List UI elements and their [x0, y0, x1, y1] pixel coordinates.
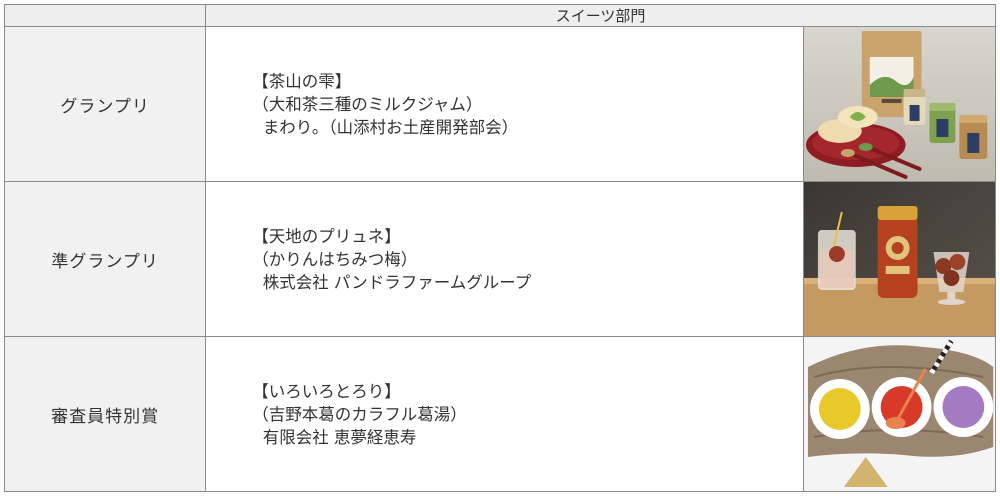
- award-description: 【茶山の雫】 （大和茶三種のミルクジャム） まわり。（山添村お土産開発部会）: [205, 26, 804, 183]
- product-name: 【いろいろとろり】: [252, 381, 401, 401]
- product-subtitle: （吉野本葛のカラフル葛湯）: [252, 404, 467, 424]
- product-photo-cell: [802, 181, 997, 338]
- category-header: スイーツ部門: [205, 3, 996, 28]
- tea-jam-photo-icon: [804, 27, 995, 181]
- header-row: スイーツ部門: [3, 3, 996, 28]
- award-name: グランプリ: [3, 26, 207, 183]
- award-row-runner-up: 準グランプリ 【天地のプリュネ】 （かりんはちみつ梅） 株式会社 パンドラファー…: [3, 181, 997, 338]
- award-name: 準グランプリ: [3, 181, 207, 338]
- header-blank: [3, 3, 207, 28]
- product-subtitle: （かりんはちみつ梅）: [252, 249, 418, 269]
- award-description: 【いろいろとろり】 （吉野本葛のカラフル葛湯） 有限会社 恵夢経恵寿: [205, 336, 804, 492]
- product-name: 【天地のプリュネ】: [252, 226, 401, 246]
- product-photo-cell: [802, 26, 997, 183]
- product-name: 【茶山の雫】: [252, 71, 352, 91]
- maker-text: 株式会社 パンドラファームグループ: [262, 272, 532, 292]
- award-table: スイーツ部門 グランプリ 【茶山の雫】 （大和茶三種のミルクジャム） まわり。（…: [3, 3, 997, 492]
- maker-text: 有限会社 恵夢経恵寿: [262, 427, 417, 447]
- maker-name: 有限会社 恵夢経恵寿: [252, 426, 803, 449]
- award-row-grand-prix: グランプリ 【茶山の雫】 （大和茶三種のミルクジャム） まわり。（山添村お土産開…: [3, 26, 997, 183]
- maker-text: まわり。（山添村お土産開発部会）: [262, 117, 519, 137]
- award-row-jury-special: 審査員特別賞 【いろいろとろり】 （吉野本葛のカラフル葛湯） 有限会社 恵夢経恵…: [3, 336, 997, 492]
- kuzuyu-photo-icon: [804, 337, 995, 491]
- product-photo-cell: [802, 336, 997, 492]
- maker-name: まわり。（山添村お土産開発部会）: [252, 116, 803, 139]
- plum-honey-photo-icon: [804, 182, 995, 336]
- maker-name: 株式会社 パンドラファームグループ: [252, 271, 803, 294]
- product-subtitle: （大和茶三種のミルクジャム）: [252, 94, 483, 114]
- award-description: 【天地のプリュネ】 （かりんはちみつ梅） 株式会社 パンドラファームグループ: [205, 181, 804, 338]
- award-name: 審査員特別賞: [3, 336, 207, 492]
